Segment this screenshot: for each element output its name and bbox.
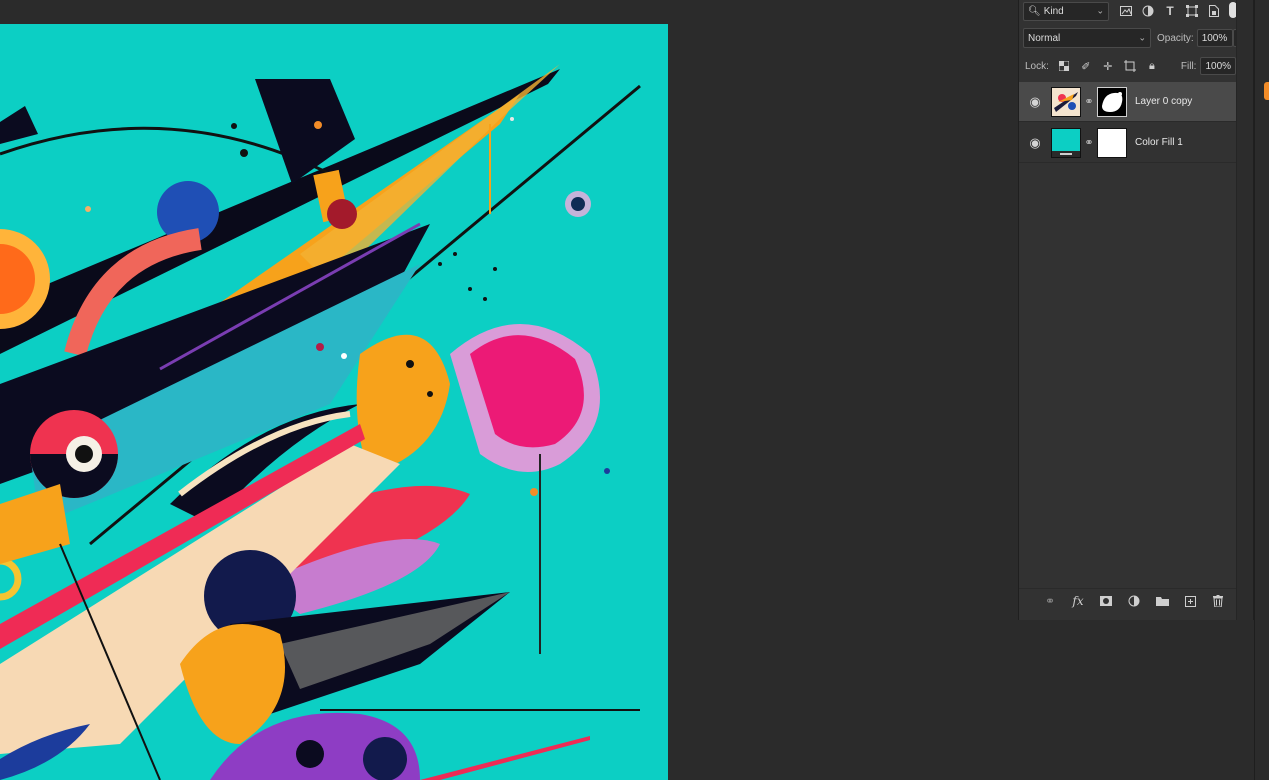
image-filter-icon[interactable]: [1115, 2, 1137, 20]
lock-fill-row: Lock: ✐ ✛ 🔒︎ Fill: 100% ⌄: [1019, 55, 1253, 77]
chevron-down-icon: ⌄: [1138, 32, 1146, 43]
panel-dock-strip: [1254, 0, 1269, 780]
lock-artboard-icon[interactable]: [1119, 57, 1141, 75]
layer-mask-thumbnail[interactable]: [1097, 127, 1127, 158]
chain-link-icon[interactable]: ⚭: [1081, 95, 1097, 108]
layer-thumbnail[interactable]: [1051, 127, 1081, 158]
blend-opacity-row: Normal ⌄ Opacity: 100% ⌄: [1019, 27, 1253, 49]
abstract-artwork: [0, 64, 641, 780]
add-mask-icon[interactable]: [1095, 591, 1117, 611]
trash-delete-icon[interactable]: [1207, 591, 1229, 611]
smart-object-filter-icon[interactable]: [1203, 2, 1225, 20]
layer-name[interactable]: Layer 0 copy: [1135, 96, 1192, 107]
fx-layer-style-icon[interactable]: fx: [1067, 591, 1089, 611]
lock-label: Lock:: [1025, 60, 1049, 72]
lock-position-icon[interactable]: ✛: [1097, 57, 1119, 75]
layer-thumbnail[interactable]: [1051, 86, 1081, 117]
link-layers-icon[interactable]: ⚭: [1039, 591, 1061, 611]
blend-mode-value: Normal: [1028, 32, 1061, 44]
eye-visibility-icon[interactable]: ◉: [1019, 94, 1051, 110]
dock-accent-marker[interactable]: [1264, 82, 1269, 100]
layers-panel: 🔍︎ Kind ⌄ T Normal ⌄ Opacity: 100% Lock:…: [1018, 0, 1254, 620]
fill-input[interactable]: 100%: [1200, 57, 1237, 75]
filter-kind-label: Kind: [1043, 5, 1064, 17]
chain-link-icon[interactable]: ⚭: [1081, 136, 1097, 149]
adjustment-filter-icon[interactable]: [1137, 2, 1159, 20]
folder-group-icon[interactable]: [1151, 591, 1173, 611]
filter-kind-dropdown[interactable]: 🔍︎ Kind ⌄: [1023, 1, 1109, 21]
layer-filter-row: 🔍︎ Kind ⌄ T: [1019, 0, 1253, 22]
layer-name[interactable]: Color Fill 1: [1135, 137, 1183, 148]
opacity-input[interactable]: 100%: [1196, 29, 1233, 47]
adjustment-layer-icon[interactable]: [1123, 591, 1145, 611]
chevron-down-icon: ⌄: [1096, 5, 1104, 16]
lock-image-pixels-icon[interactable]: ✐: [1075, 57, 1097, 75]
search-icon: 🔍︎: [1028, 5, 1041, 17]
type-filter-icon[interactable]: T: [1159, 2, 1181, 20]
lock-all-icon[interactable]: 🔒︎: [1141, 57, 1163, 75]
layers-scrollbar[interactable]: [1236, 0, 1253, 620]
lock-transparent-pixels-icon[interactable]: [1053, 57, 1075, 75]
blend-mode-dropdown[interactable]: Normal ⌄: [1023, 28, 1151, 48]
fill-label: Fill:: [1180, 60, 1197, 72]
opacity-label: Opacity:: [1157, 32, 1194, 44]
canvas-artwork[interactable]: [0, 24, 668, 780]
layer-row[interactable]: ◉ ⚭ Color Fill 1: [1019, 123, 1238, 163]
layers-panel-footer: ⚭ fx: [1019, 588, 1253, 613]
opacity-value: 100%: [1201, 32, 1228, 44]
fill-value: 100%: [1205, 60, 1232, 72]
layer-row[interactable]: ◉ ⚭ Layer 0 copy: [1019, 82, 1238, 122]
eye-visibility-icon[interactable]: ◉: [1019, 135, 1051, 151]
layer-mask-thumbnail[interactable]: [1097, 86, 1127, 117]
new-layer-icon[interactable]: [1179, 591, 1201, 611]
shape-filter-icon[interactable]: [1181, 2, 1203, 20]
